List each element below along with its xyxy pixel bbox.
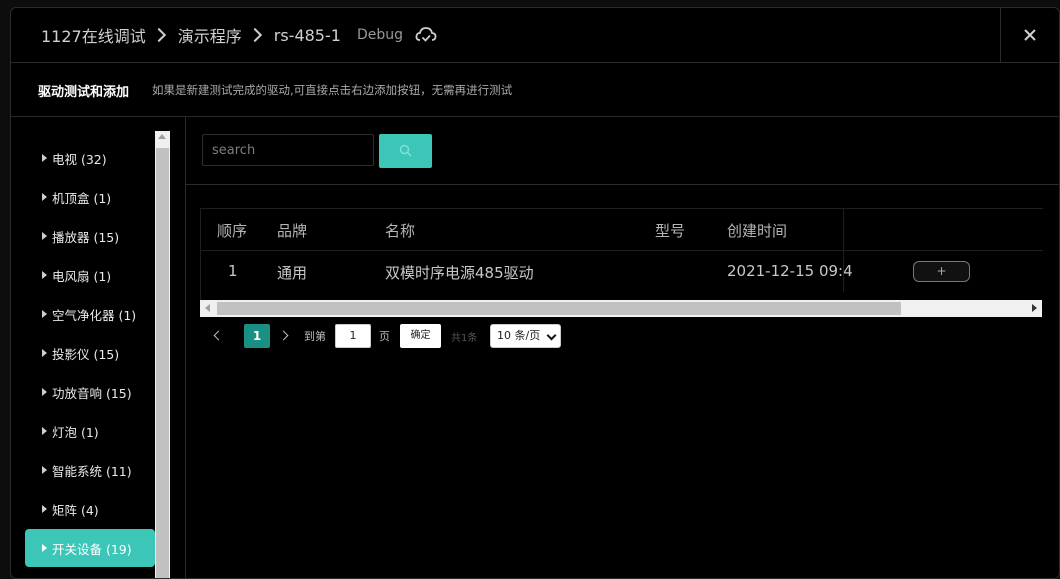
- cell-brand: 通用: [277, 264, 308, 282]
- column-header-created: 创建时间: [727, 222, 788, 240]
- search-button[interactable]: [379, 134, 432, 168]
- chevron-right-icon: [151, 27, 166, 43]
- column-header-model: 型号: [655, 222, 686, 240]
- search-input[interactable]: [202, 134, 374, 166]
- section-title: 驱动测试和添加: [38, 85, 130, 100]
- caret-right-icon: [42, 271, 47, 279]
- total-count: 共1条: [451, 333, 478, 344]
- breadcrumb: 1127在线调试 演示程序 rs-485-1 Debug: [41, 23, 437, 47]
- caret-right-icon: [42, 193, 47, 201]
- section-hint: 如果是新建测试完成的驱动,可直接点击右边添加按钮，无需再进行测试: [152, 83, 513, 97]
- column-header-order: 顺序: [217, 222, 248, 240]
- breadcrumb-item-program[interactable]: 演示程序: [178, 23, 242, 47]
- page-size-select[interactable]: 10 条/页: [490, 324, 561, 348]
- sidebar-item-smart-system[interactable]: 智能系统 (11): [25, 451, 155, 489]
- sidebar-item-label: 空气净化器 (1): [52, 307, 137, 323]
- sidebar-item-matrix[interactable]: 矩阵 (4): [25, 490, 155, 528]
- sidebar-item-label: 开关设备 (19): [52, 541, 132, 557]
- sidebar-item-air-purifier[interactable]: 空气净化器 (1): [25, 295, 155, 333]
- sidebar-item-label: 投影仪 (15): [52, 346, 120, 362]
- sidebar-scroll-thumb[interactable]: [156, 148, 169, 578]
- chevron-down-icon: [546, 330, 557, 341]
- scroll-left-arrow-icon[interactable]: [205, 304, 210, 312]
- cell-name: 双模时序电源485驱动: [385, 264, 534, 282]
- sidebar-item-label: 播放器 (15): [52, 229, 120, 245]
- search-toolbar: [186, 117, 1059, 185]
- sidebar-item-label: 智能系统 (11): [52, 463, 132, 479]
- caret-right-icon: [42, 544, 47, 552]
- caret-right-icon: [42, 427, 47, 435]
- sidebar-item-label: 电视 (32): [52, 151, 107, 167]
- search-icon: [399, 144, 412, 157]
- sidebar-item-label: 灯泡 (1): [52, 424, 99, 440]
- caret-right-icon: [42, 154, 47, 162]
- sidebar-item-label: 电风扇 (1): [52, 268, 112, 284]
- scroll-right-arrow-icon[interactable]: [1032, 304, 1037, 312]
- sidebar-item-tv[interactable]: 电视 (32): [25, 139, 155, 177]
- dialog-header: 1127在线调试 演示程序 rs-485-1 Debug: [11, 8, 1059, 63]
- sidebar-item-player[interactable]: 播放器 (15): [25, 217, 155, 255]
- category-sidebar: 电视 (32) 机顶盒 (1) 播放器 (15) 电风扇 (1) 空气净化器 (…: [11, 117, 186, 578]
- sidebar-item-projector[interactable]: 投影仪 (15): [25, 334, 155, 372]
- sidebar-item-fan[interactable]: 电风扇 (1): [25, 256, 155, 294]
- action-column: +: [843, 209, 1044, 292]
- table-scroll-thumb[interactable]: [217, 302, 901, 315]
- sidebar-item-label: 功放音响 (15): [52, 385, 132, 401]
- caret-right-icon: [42, 388, 47, 396]
- sidebar-item-label: 矩阵 (4): [52, 502, 99, 518]
- cell-order: 1: [228, 262, 238, 280]
- goto-label: 到第: [304, 330, 326, 343]
- sidebar-scrollbar[interactable]: [155, 131, 170, 578]
- next-page-icon[interactable]: [278, 330, 289, 341]
- goto-confirm-button[interactable]: 确定: [400, 324, 441, 348]
- breadcrumb-item-port: rs-485-1: [273, 25, 341, 45]
- driver-list-panel: 顺序 品牌 名称 型号 创建时间 1 通用 双模时序电源485驱动 2021-1…: [186, 117, 1059, 578]
- pagination: 1 到第 1 页 确定 共1条 10 条/页: [208, 324, 668, 349]
- section-header: 驱动测试和添加 如果是新建测试完成的驱动,可直接点击右边添加按钮，无需再进行测试: [11, 63, 1059, 117]
- sidebar-item-set-top-box[interactable]: 机顶盒 (1): [25, 178, 155, 216]
- current-page-button[interactable]: 1: [244, 324, 270, 348]
- close-button[interactable]: [1000, 8, 1059, 62]
- column-header-brand: 品牌: [277, 222, 308, 240]
- sidebar-item-amplifier[interactable]: 功放音响 (15): [25, 373, 155, 411]
- caret-right-icon: [42, 505, 47, 513]
- close-icon: [1024, 29, 1036, 41]
- caret-right-icon: [42, 349, 47, 357]
- goto-page-input[interactable]: 1: [335, 324, 371, 348]
- cloud-sync-icon[interactable]: [415, 26, 437, 44]
- page-size-value: 10 条/页: [497, 329, 541, 342]
- sidebar-item-label: 机顶盒 (1): [52, 190, 112, 206]
- scroll-up-arrow-icon[interactable]: [158, 134, 166, 139]
- column-header-name: 名称: [385, 222, 416, 240]
- prev-page-icon[interactable]: [213, 330, 224, 341]
- breadcrumb-item-project[interactable]: 1127在线调试: [41, 23, 146, 47]
- debug-tag: Debug: [356, 27, 403, 43]
- caret-right-icon: [42, 466, 47, 474]
- table-horizontal-scrollbar[interactable]: [200, 300, 1042, 317]
- caret-right-icon: [42, 232, 47, 240]
- chevron-right-icon: [247, 27, 262, 43]
- driver-table: 顺序 品牌 名称 型号 创建时间 1 通用 双模时序电源485驱动 2021-1…: [200, 208, 1043, 311]
- add-driver-button[interactable]: +: [913, 261, 970, 282]
- sidebar-item-bulb[interactable]: 灯泡 (1): [25, 412, 155, 450]
- driver-dialog: 1127在线调试 演示程序 rs-485-1 Debug 驱动测试和添加 如果是…: [10, 7, 1060, 579]
- page-unit-label: 页: [379, 330, 390, 343]
- sidebar-item-switch-device[interactable]: 开关设备 (19): [25, 529, 155, 567]
- caret-right-icon: [42, 310, 47, 318]
- cell-created: 2021-12-15 09:4: [727, 262, 853, 280]
